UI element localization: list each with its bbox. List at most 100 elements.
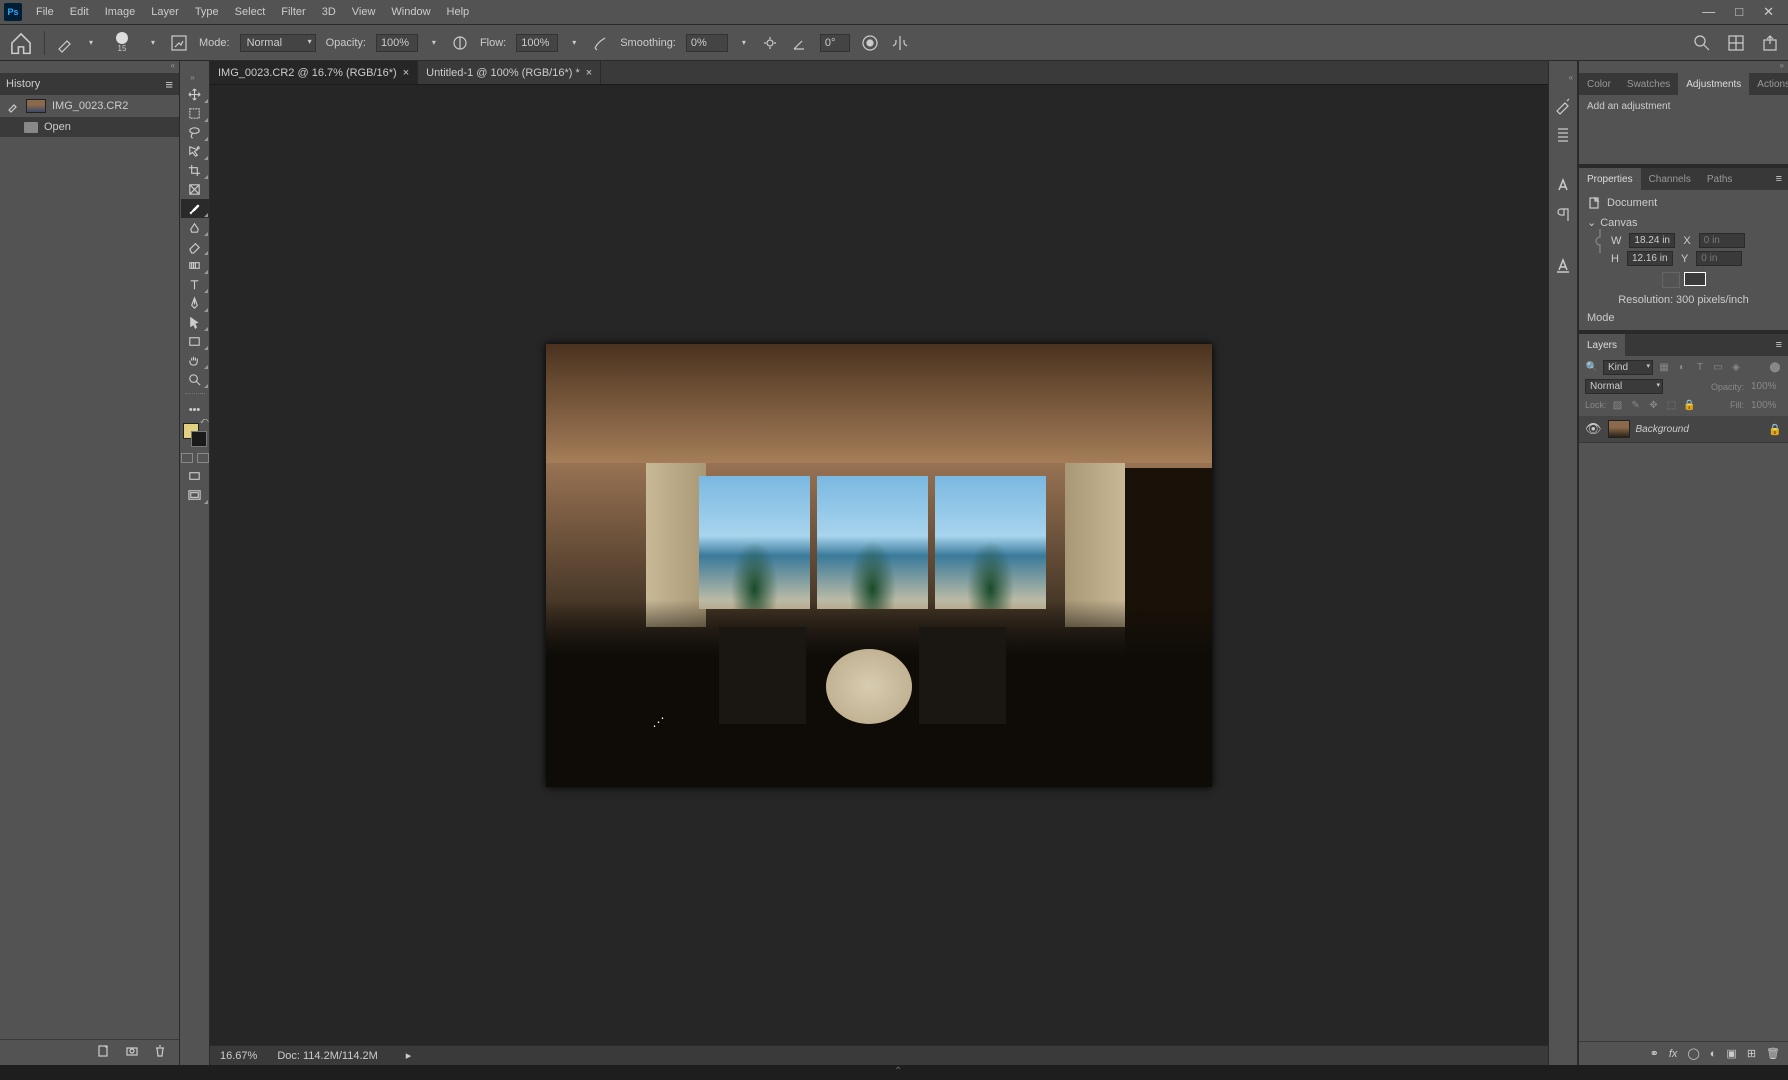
close-icon[interactable]: ✕ (1763, 4, 1774, 20)
panel-menu-icon[interactable]: ≡ (165, 77, 173, 92)
hand-tool[interactable] (181, 351, 209, 370)
menu-window[interactable]: Window (383, 2, 438, 22)
status-arrow-icon[interactable]: ▸ (406, 1049, 412, 1062)
frame-tool[interactable] (181, 180, 209, 199)
symmetry-icon[interactable] (890, 33, 910, 53)
smoothing-options-icon[interactable] (760, 33, 780, 53)
brush-settings-icon[interactable] (1553, 95, 1573, 115)
mask-icon[interactable]: ◯ (1687, 1047, 1699, 1060)
filter-smart-icon[interactable]: ◈ (1729, 361, 1743, 375)
lock-artboard-icon[interactable]: ⬚ (1665, 398, 1679, 412)
smoothing-input[interactable]: 0% (686, 34, 728, 52)
collapse-left-icon[interactable]: « (0, 61, 179, 73)
tab-properties[interactable]: Properties (1579, 168, 1641, 190)
zoom-tool[interactable] (181, 370, 209, 389)
link-layers-icon[interactable]: ⚭ (1650, 1047, 1659, 1060)
pen-tool[interactable] (181, 294, 209, 313)
menu-image[interactable]: Image (97, 2, 144, 22)
gradient-tool[interactable] (181, 256, 209, 275)
collapse-right-icon[interactable]: « (1549, 73, 1577, 85)
visibility-icon[interactable]: 👁 (1585, 421, 1602, 437)
brush-drop[interactable]: ▾ (147, 35, 159, 51)
fx-icon[interactable]: fx (1669, 1048, 1678, 1060)
opacity-input[interactable]: 100% (376, 34, 418, 52)
glyphs-icon[interactable] (1553, 255, 1573, 275)
brush-tool[interactable] (181, 199, 209, 218)
path-select-tool[interactable] (181, 313, 209, 332)
tab-layers[interactable]: Layers (1579, 334, 1625, 356)
smoothing-drop[interactable]: ▾ (738, 35, 750, 51)
pressure-opacity-icon[interactable] (450, 33, 470, 53)
eraser-tool[interactable] (181, 237, 209, 256)
panel-menu-icon[interactable]: ≡ (1770, 173, 1788, 185)
fill-input[interactable]: 100% (1748, 399, 1782, 412)
status-zoom[interactable]: 16.67% (220, 1050, 257, 1062)
opacity-drop[interactable]: ▾ (428, 35, 440, 51)
change-screen-tool[interactable] (181, 486, 209, 505)
rectangle-tool[interactable] (181, 332, 209, 351)
tab-paths[interactable]: Paths (1699, 168, 1741, 190)
menu-layer[interactable]: Layer (143, 2, 187, 22)
flow-input[interactable]: 100% (516, 34, 558, 52)
height-input[interactable]: 12.16 in (1627, 251, 1673, 266)
flow-drop[interactable]: ▾ (568, 35, 580, 51)
menu-edit[interactable]: Edit (62, 2, 97, 22)
quick-select-tool[interactable] (181, 142, 209, 161)
history-camera-icon[interactable] (125, 1044, 139, 1061)
paragraph-icon[interactable] (1553, 205, 1573, 225)
footer-chevron-icon[interactable]: ⌃ (894, 1066, 902, 1077)
lock-pos-icon[interactable]: ✥ (1647, 398, 1661, 412)
type-tool[interactable] (181, 275, 209, 294)
width-input[interactable]: 18.24 in (1629, 233, 1675, 248)
angle-icon[interactable] (790, 33, 810, 53)
tab-untitled[interactable]: Untitled-1 @ 100% (RGB/16*) * × (418, 61, 601, 84)
color-swatch[interactable]: ⤺ (183, 423, 207, 447)
minimize-icon[interactable]: — (1702, 4, 1715, 20)
filter-type-icon[interactable]: T (1693, 361, 1707, 375)
menu-filter[interactable]: Filter (273, 2, 313, 22)
lock-pixel-icon[interactable]: ✎ (1629, 398, 1643, 412)
tab-close-icon[interactable]: × (586, 67, 592, 79)
crop-tool[interactable] (181, 161, 209, 180)
y-input[interactable]: 0 in (1696, 251, 1742, 266)
pressure-size-icon[interactable] (860, 33, 880, 53)
layer-background[interactable]: 👁 Background 🔒 (1579, 416, 1788, 443)
tab-img0023[interactable]: IMG_0023.CR2 @ 16.7% (RGB/16*) × (210, 61, 418, 84)
brushes-icon[interactable] (1553, 125, 1573, 145)
brush-preview[interactable]: 15 (107, 32, 137, 53)
tool-preset-icon[interactable] (55, 33, 75, 53)
history-trash-icon[interactable] (153, 1044, 167, 1061)
toolbox-expand-icon[interactable]: » (180, 73, 209, 85)
filter-pixel-icon[interactable]: ▦ (1657, 361, 1671, 375)
link-icon[interactable] (1595, 227, 1605, 255)
collapse-panels-icon[interactable]: » (1579, 61, 1788, 73)
workspace-icon[interactable] (1726, 33, 1746, 53)
angle-input[interactable]: 0° (820, 34, 850, 52)
screenmode-icon[interactable] (197, 453, 209, 463)
kind-dropdown[interactable]: Kind (1603, 360, 1653, 375)
brush-panel-icon[interactable] (169, 33, 189, 53)
trash-icon[interactable]: 🗑 (1766, 1047, 1780, 1060)
menu-help[interactable]: Help (439, 2, 478, 22)
lasso-tool[interactable] (181, 123, 209, 142)
character-icon[interactable] (1553, 175, 1573, 195)
filter-toggle-icon[interactable]: ⬤ (1768, 361, 1782, 375)
airbrush-icon[interactable] (590, 33, 610, 53)
layer-name[interactable]: Background (1636, 424, 1689, 435)
menu-file[interactable]: File (28, 2, 62, 22)
menu-type[interactable]: Type (187, 2, 227, 22)
menu-3d[interactable]: 3D (314, 2, 344, 22)
search-icon[interactable] (1692, 33, 1712, 53)
history-new-doc-icon[interactable] (97, 1044, 111, 1061)
lock-icon[interactable]: 🔒 (1768, 423, 1782, 436)
move-tool[interactable] (181, 85, 209, 104)
tool-preset-drop[interactable]: ▾ (85, 35, 97, 51)
filter-search-icon[interactable]: 🔍 (1585, 361, 1599, 375)
clone-stamp-tool[interactable] (181, 218, 209, 237)
filter-adjust-icon[interactable]: ◐ (1675, 361, 1689, 375)
lock-all-icon[interactable]: 🔒 (1683, 398, 1697, 412)
adjustment-layer-icon[interactable]: ◐ (1710, 1048, 1717, 1060)
filter-shape-icon[interactable]: ▭ (1711, 361, 1725, 375)
tab-adjustments[interactable]: Adjustments (1678, 73, 1749, 95)
quickmask-icon[interactable] (181, 453, 193, 463)
